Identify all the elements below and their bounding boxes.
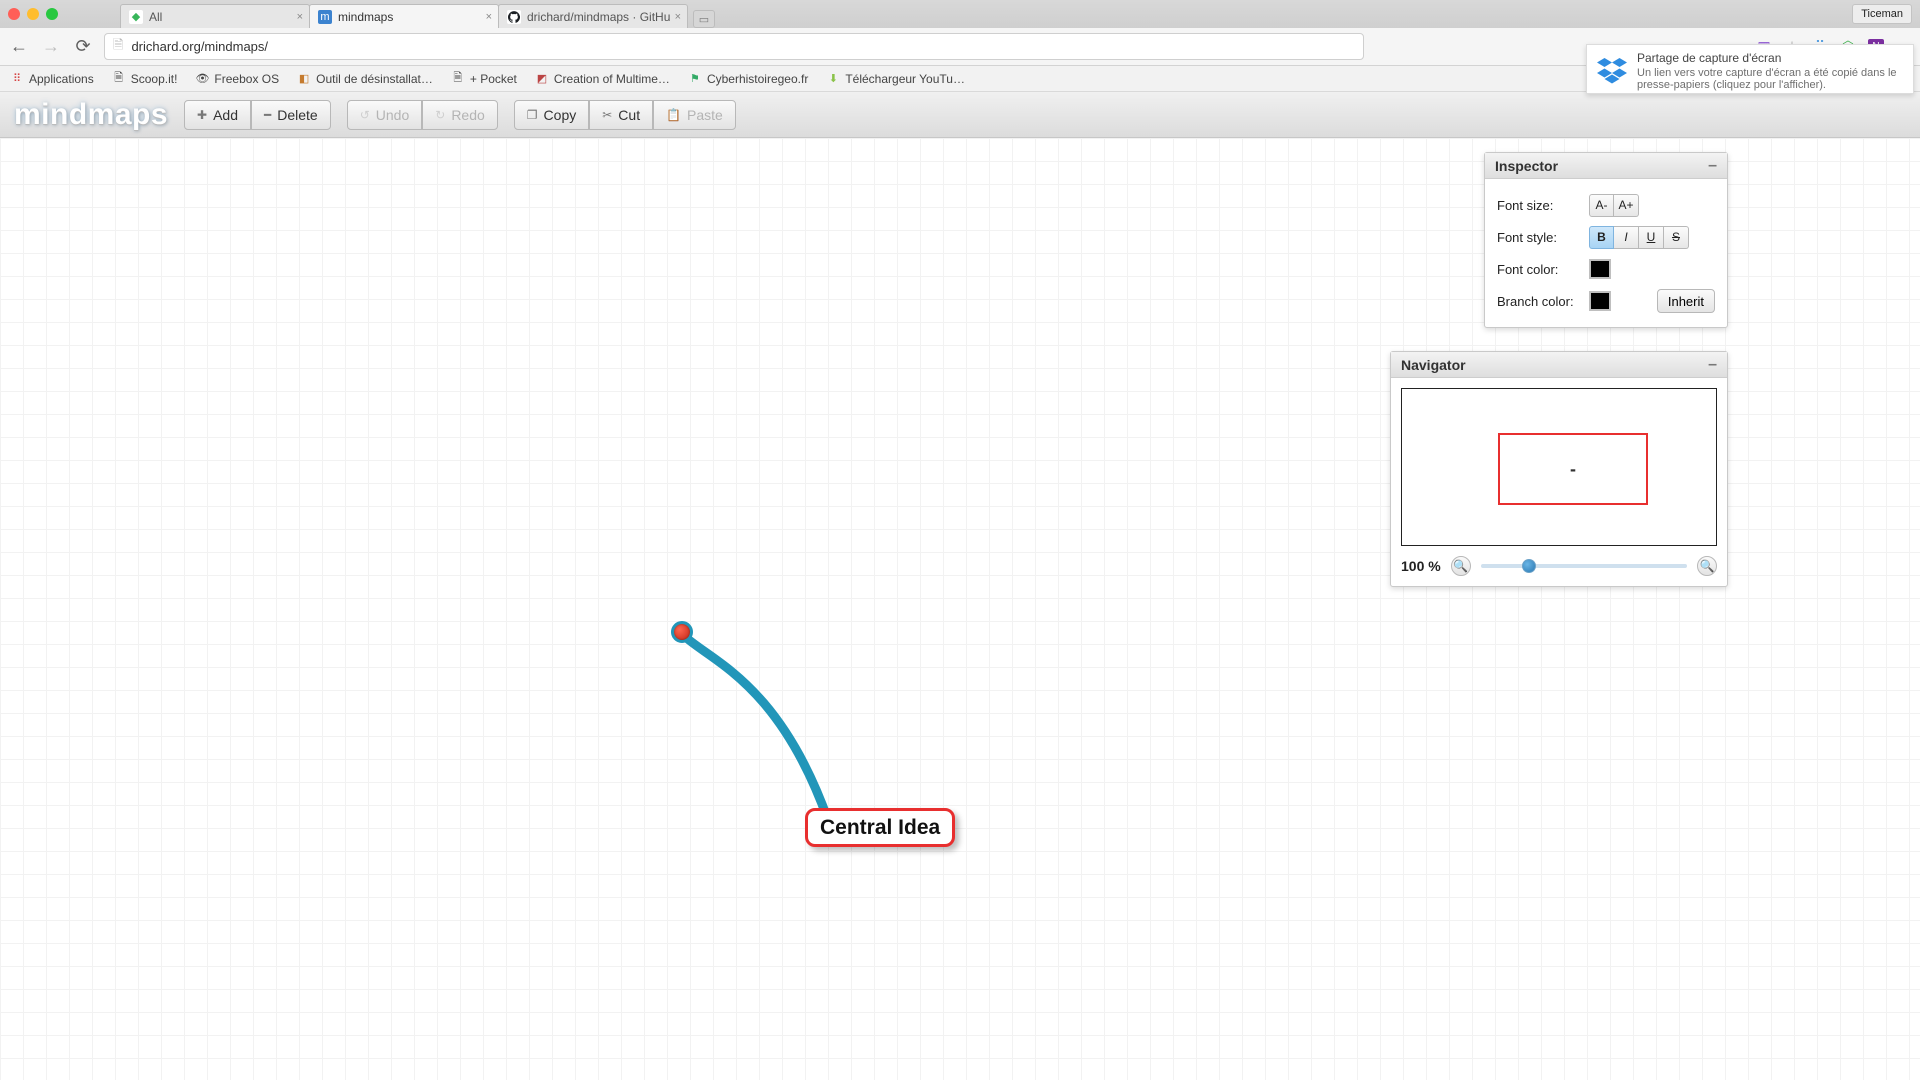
- url-text: drichard.org/mindmaps/: [131, 39, 268, 54]
- tab-label: All: [149, 10, 162, 24]
- btn-label: Delete: [277, 107, 317, 123]
- page-icon: 🗎: [113, 36, 123, 58]
- toast-body: Un lien vers votre capture d'écran a été…: [1637, 67, 1903, 91]
- undo-icon: ↺: [360, 108, 370, 122]
- app-logo: mindmaps: [14, 98, 168, 132]
- panel-title: Navigator: [1401, 357, 1466, 373]
- window-close-icon[interactable]: [8, 8, 20, 20]
- browser-tab-mindmaps[interactable]: m mindmaps ×: [309, 4, 499, 28]
- font-size-decrease-button[interactable]: A-: [1589, 194, 1614, 217]
- close-icon[interactable]: ×: [486, 11, 492, 23]
- bookmark-label: Cyberhistoiregeo.fr: [707, 72, 808, 86]
- browser-tab-all[interactable]: ◆ All ×: [120, 4, 310, 28]
- delete-button[interactable]: ━ Delete: [251, 100, 331, 130]
- window-zoom-icon[interactable]: [46, 8, 58, 20]
- italic-button[interactable]: I: [1614, 226, 1639, 249]
- tab-label: drichard/mindmaps · GitHu: [527, 10, 670, 24]
- zoom-slider-thumb[interactable]: [1522, 559, 1536, 573]
- btn-label: Copy: [544, 107, 577, 123]
- bookmark-label: + Pocket: [470, 72, 517, 86]
- zoom-level-label: 100 %: [1401, 558, 1441, 574]
- zoom-in-button[interactable]: 🔍: [1697, 556, 1717, 576]
- app-toolbar: mindmaps ✚Add ━Delete ↺Undo ↻Redo ❐Copy …: [0, 92, 1920, 138]
- font-size-increase-button[interactable]: A+: [1614, 194, 1639, 217]
- zoom-slider[interactable]: [1481, 564, 1687, 568]
- copy-button[interactable]: ❐ Copy: [514, 100, 589, 130]
- new-tab-button[interactable]: ▭: [693, 10, 715, 28]
- favicon-github-icon: [507, 10, 521, 24]
- dropbox-icon: [1597, 55, 1627, 85]
- profile-button[interactable]: Ticeman: [1852, 4, 1912, 24]
- bookmark-label: Applications: [29, 72, 94, 86]
- bookmark-label: Creation of Multime…: [554, 72, 670, 86]
- bookmark-cyberhist[interactable]: ⚑Cyberhistoiregeo.fr: [688, 72, 808, 86]
- add-button[interactable]: ✚ Add: [184, 100, 251, 130]
- tab-label: mindmaps: [338, 10, 393, 24]
- font-style-label: Font style:: [1497, 230, 1589, 245]
- panel-title: Inspector: [1495, 158, 1558, 174]
- btn-label: Undo: [376, 107, 409, 123]
- minus-icon: ━: [264, 108, 271, 122]
- btn-label: Add: [213, 107, 238, 123]
- screenshot-share-toast[interactable]: Partage de capture d'écran Un lien vers …: [1586, 44, 1914, 94]
- tab-list: ◆ All × m mindmaps × drichard/mindmaps ·…: [120, 0, 715, 28]
- browser-tab-github[interactable]: drichard/mindmaps · GitHu ×: [498, 4, 688, 28]
- bookmark-label: Scoop.it!: [131, 72, 178, 86]
- collapse-icon[interactable]: –: [1708, 157, 1717, 175]
- navigator-overview[interactable]: -: [1401, 388, 1717, 546]
- inherit-button[interactable]: Inherit: [1657, 289, 1715, 313]
- strikethrough-button[interactable]: S: [1664, 226, 1689, 249]
- font-color-swatch[interactable]: [1589, 259, 1611, 279]
- underline-button[interactable]: U: [1639, 226, 1664, 249]
- window-controls: [8, 8, 58, 20]
- bookmark-outil[interactable]: ◧Outil de désinstallat…: [297, 72, 433, 86]
- bookmark-pocket[interactable]: 🗎+ Pocket: [451, 72, 517, 86]
- btn-label: Cut: [618, 107, 640, 123]
- plus-icon: ✚: [197, 108, 207, 122]
- bookmark-freebox[interactable]: 👁Freebox OS: [195, 72, 279, 86]
- central-idea-node[interactable]: Central Idea: [805, 808, 955, 847]
- forward-icon[interactable]: →: [40, 36, 62, 57]
- close-icon[interactable]: ×: [675, 11, 681, 23]
- bookmark-multimedia[interactable]: ◩Creation of Multime…: [535, 72, 670, 86]
- favicon-mindmaps-icon: m: [318, 10, 332, 24]
- copy-icon: ❐: [527, 108, 538, 122]
- reload-icon[interactable]: ⟳: [72, 36, 94, 57]
- redo-button[interactable]: ↻ Redo: [422, 100, 498, 130]
- navigator-header[interactable]: Navigator –: [1391, 352, 1727, 378]
- branch-color-swatch[interactable]: [1589, 291, 1611, 311]
- btn-label: Paste: [687, 107, 723, 123]
- font-color-label: Font color:: [1497, 262, 1589, 277]
- bookmark-scoopit[interactable]: 🗎Scoop.it!: [112, 72, 178, 86]
- bookmark-apps[interactable]: ⠿Applications: [10, 72, 94, 86]
- node-drag-handle[interactable]: [671, 621, 693, 643]
- navigator-viewport-rect[interactable]: -: [1498, 433, 1648, 505]
- toast-title: Partage de capture d'écran: [1637, 51, 1903, 65]
- inspector-panel: Inspector – Font size: A- A+ Font style:…: [1484, 152, 1728, 328]
- back-icon[interactable]: ←: [8, 36, 30, 57]
- browser-tab-strip: ◆ All × m mindmaps × drichard/mindmaps ·…: [0, 0, 1920, 28]
- zoom-out-button[interactable]: 🔍: [1451, 556, 1471, 576]
- font-size-label: Font size:: [1497, 198, 1589, 213]
- bookmark-label: Outil de désinstallat…: [316, 72, 433, 86]
- navigator-panel: Navigator – - 100 % 🔍 🔍: [1390, 351, 1728, 587]
- undo-button[interactable]: ↺ Undo: [347, 100, 423, 130]
- paste-icon: 📋: [666, 108, 681, 122]
- redo-icon: ↻: [435, 108, 445, 122]
- btn-label: Redo: [451, 107, 484, 123]
- paste-button[interactable]: 📋 Paste: [653, 100, 736, 130]
- favicon-all-icon: ◆: [129, 10, 143, 24]
- inspector-header[interactable]: Inspector –: [1485, 153, 1727, 179]
- close-icon[interactable]: ×: [297, 11, 303, 23]
- bookmark-youtube[interactable]: ⬇Téléchargeur YouTu…: [826, 72, 965, 86]
- branch-color-label: Branch color:: [1497, 294, 1589, 309]
- window-minimize-icon[interactable]: [27, 8, 39, 20]
- bookmark-label: Téléchargeur YouTu…: [845, 72, 965, 86]
- collapse-icon[interactable]: –: [1708, 356, 1717, 374]
- cut-icon: ✂: [602, 108, 612, 122]
- cut-button[interactable]: ✂ Cut: [589, 100, 653, 130]
- bold-button[interactable]: B: [1589, 226, 1614, 249]
- url-input[interactable]: 🗎 drichard.org/mindmaps/: [104, 33, 1364, 60]
- bookmark-label: Freebox OS: [214, 72, 279, 86]
